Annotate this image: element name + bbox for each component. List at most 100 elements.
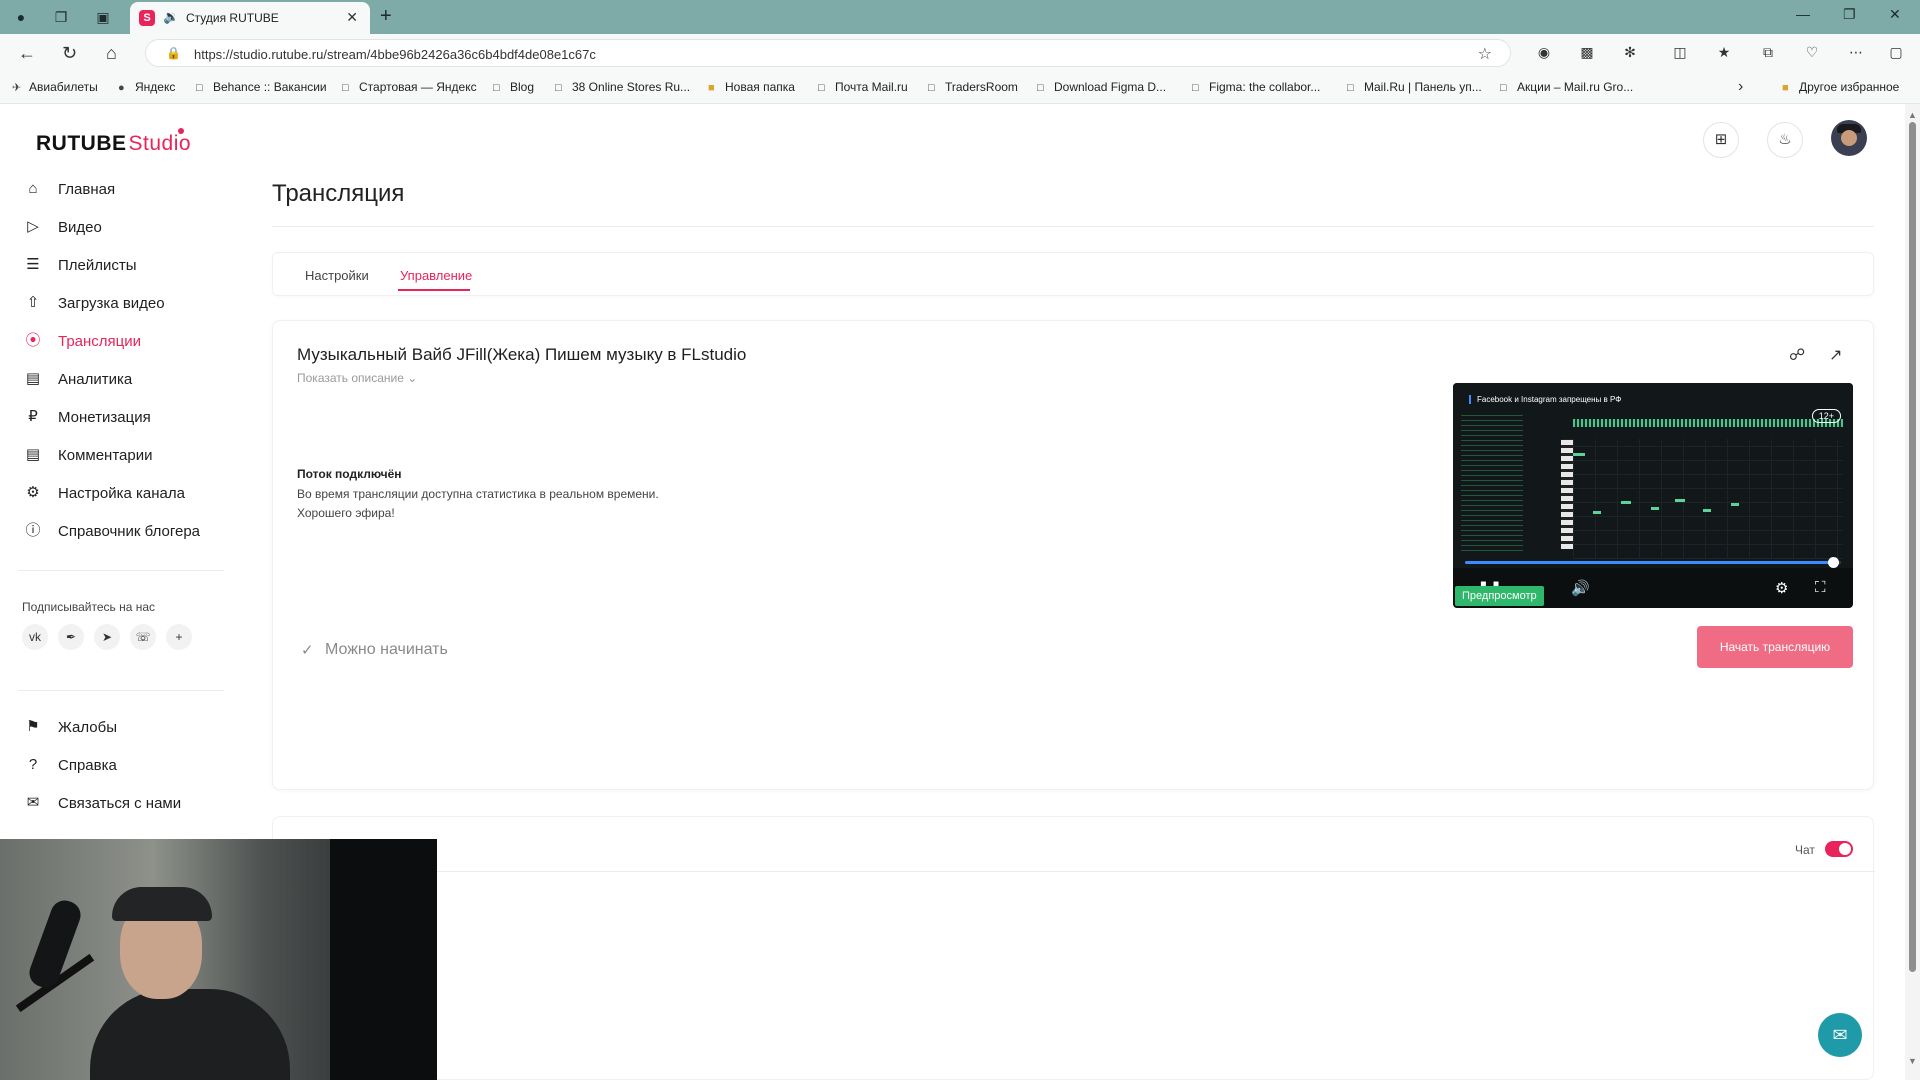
avatar-face bbox=[1841, 130, 1857, 146]
bookmark-item[interactable]: □ Акции – Mail.ru Gro... bbox=[1500, 80, 1633, 94]
bookmark-item[interactable]: □ Figma: the collabor... bbox=[1192, 80, 1320, 94]
bookmark-item[interactable]: ● Яндекс bbox=[118, 80, 175, 94]
preview-badge: Предпросмотр bbox=[1455, 586, 1544, 606]
favorites-icon[interactable]: ★ bbox=[1714, 42, 1734, 62]
open-external-icon[interactable]: ↗ bbox=[1829, 345, 1842, 365]
audio-playing-icon[interactable]: 🔉 bbox=[163, 9, 179, 25]
browser-tab-active[interactable]: S 🔉 Студия RUTUBE ✕ bbox=[130, 2, 370, 34]
url-text[interactable]: https://studio.rutube.ru/stream/4bbe96b2… bbox=[194, 47, 596, 62]
sidebar-toggle-icon[interactable]: ▢ bbox=[1886, 42, 1906, 62]
sidebar-item-channel-settings[interactable]: ⚙ Настройка канала bbox=[22, 482, 222, 506]
chat-divider bbox=[273, 871, 1875, 872]
favorite-star-icon[interactable]: ☆ bbox=[1478, 44, 1492, 64]
scroll-up-icon[interactable]: ▲ bbox=[1908, 110, 1917, 120]
rutube-studio-logo[interactable]: RUTUBEStudio bbox=[36, 128, 191, 156]
bookmark-item[interactable]: □ Стартовая — Яндекс bbox=[342, 80, 477, 94]
notification-bell-icon[interactable]: ♨ bbox=[1767, 122, 1803, 158]
plus-icon[interactable]: + bbox=[166, 624, 192, 650]
bookmark-item[interactable]: □ TradersRoom bbox=[928, 80, 1018, 94]
bookmark-item[interactable]: □ Behance :: Вакансии bbox=[196, 80, 327, 94]
telegram-icon[interactable]: ➤ bbox=[94, 624, 120, 650]
home-browser-icon[interactable]: ⌂ bbox=[106, 43, 117, 64]
sidebar-item-broadcasts[interactable]: ⦿ Трансляции bbox=[22, 330, 222, 354]
bookmarks-overflow-icon[interactable]: › bbox=[1738, 78, 1743, 96]
avatar[interactable] bbox=[1831, 120, 1867, 156]
player-overlay-text: Facebook и Instagram запрещены в РФ bbox=[1469, 395, 1621, 404]
sidebar-item-upload[interactable]: ⇧ Загрузка видео bbox=[22, 292, 222, 316]
scroll-down-icon[interactable]: ▼ bbox=[1908, 1056, 1917, 1066]
minimize-icon[interactable]: — bbox=[1796, 6, 1810, 22]
vk-icon[interactable]: vk bbox=[22, 624, 48, 650]
sidebar-item-contact[interactable]: ✉ Связаться с нами bbox=[22, 792, 222, 816]
bookmark-item[interactable]: □ Mail.Ru | Панель уп... bbox=[1347, 80, 1482, 94]
sidebar-item-comments[interactable]: ▤ Комментарии bbox=[22, 444, 222, 468]
sidebar-item-analytics[interactable]: ▤ Аналитика bbox=[22, 368, 222, 392]
folder-icon: ■ bbox=[708, 82, 715, 94]
money-icon: ₽ bbox=[28, 408, 38, 425]
page-icon: □ bbox=[1037, 82, 1044, 94]
mail-icon: ✉ bbox=[26, 794, 40, 811]
other-bookmarks-folder[interactable]: ■ Другое избранное bbox=[1782, 80, 1899, 94]
sidebar-item-label: Справка bbox=[58, 757, 117, 774]
sidebar-item-label: Справочник блогера bbox=[58, 523, 201, 540]
preview-note bbox=[1651, 507, 1659, 510]
bookmark-item[interactable]: □ Download Figma D... bbox=[1037, 80, 1166, 94]
fullscreen-icon[interactable]: ⛶ bbox=[1815, 579, 1826, 596]
stream-preview-player[interactable]: Facebook и Instagram запрещены в РФ 12+ … bbox=[1453, 383, 1853, 608]
collections-icon[interactable]: ⧉ bbox=[1758, 42, 1778, 62]
sidebar-item-video[interactable]: ▷ Видео bbox=[22, 216, 222, 240]
bookmark-item[interactable]: □ 38 Online Stores Ru... bbox=[555, 80, 690, 94]
sidebar-item-blogger-guide[interactable]: ⓘ Справочник блогера bbox=[22, 520, 222, 544]
extensions-puzzle-icon[interactable]: ✻ bbox=[1620, 42, 1640, 62]
browser-essentials-icon[interactable]: ♡ bbox=[1802, 42, 1822, 62]
volume-icon[interactable]: 🔊 bbox=[1571, 579, 1590, 597]
bookmark-folder[interactable]: ■ Новая папка bbox=[708, 80, 795, 94]
add-content-icon[interactable]: ⊞ bbox=[1703, 122, 1739, 158]
chat-toggle[interactable] bbox=[1825, 841, 1853, 857]
sidebar-item-help[interactable]: ? Справка bbox=[22, 754, 222, 778]
tab-actions-icon[interactable]: ▣ bbox=[92, 6, 114, 28]
restore-icon[interactable]: ❐ bbox=[1843, 6, 1856, 23]
page-scrollbar[interactable]: ▲ ▼ bbox=[1905, 104, 1920, 1080]
share-icon[interactable]: ☍ bbox=[1789, 345, 1805, 365]
player-settings-icon[interactable]: ⚙ bbox=[1775, 579, 1788, 597]
split-screen-icon[interactable]: ◫ bbox=[1670, 42, 1690, 62]
rutube-favicon-icon: S bbox=[139, 10, 155, 26]
sidebar-item-label: Жалобы bbox=[58, 719, 117, 736]
reload-icon[interactable]: ↻ bbox=[62, 43, 77, 64]
bookmark-item[interactable]: ✈ Авиабилеты bbox=[12, 80, 98, 94]
age-rating-badge: 12+ bbox=[1811, 409, 1841, 423]
preview-note bbox=[1731, 503, 1739, 506]
sidebar-item-playlists[interactable]: ☰ Плейлисты bbox=[22, 254, 222, 278]
tab-management[interactable]: Управление bbox=[400, 268, 472, 283]
page-icon: □ bbox=[493, 82, 500, 94]
address-bar[interactable]: 🔒 https://studio.rutube.ru/stream/4bbe96… bbox=[145, 39, 1511, 67]
close-tab-icon[interactable]: ✕ bbox=[346, 9, 358, 26]
close-window-icon[interactable]: ✕ bbox=[1889, 6, 1901, 23]
back-icon[interactable]: ← bbox=[18, 43, 36, 64]
extension-icon[interactable]: ◉ bbox=[1534, 42, 1554, 62]
profile-icon[interactable]: ● bbox=[10, 6, 32, 28]
sidebar-item-monetization[interactable]: ₽ Монетизация bbox=[22, 406, 222, 430]
player-progress-bar[interactable] bbox=[1465, 557, 1841, 568]
workspaces-icon[interactable]: ❐ bbox=[50, 6, 72, 28]
new-tab-button[interactable]: + bbox=[380, 5, 392, 28]
sidebar-item-home[interactable]: ⌂ Главная bbox=[22, 178, 222, 202]
show-description-link[interactable]: Показать описание ⌄ bbox=[297, 371, 417, 385]
more-menu-icon[interactable]: ⋯ bbox=[1846, 42, 1866, 62]
browser-nav-bar: ← ↻ ⌂ 🔒 https://studio.rutube.ru/stream/… bbox=[0, 34, 1920, 72]
extension-icon-2[interactable]: ▩ bbox=[1577, 42, 1597, 62]
ok-icon[interactable]: ✒ bbox=[58, 624, 84, 650]
support-chat-button[interactable]: ✉ bbox=[1818, 1013, 1862, 1057]
stream-card: Музыкальный Вайб JFill(Жека) Пишем музык… bbox=[272, 320, 1874, 790]
lock-icon[interactable]: 🔒 bbox=[166, 46, 181, 60]
bookmark-item[interactable]: □ Почта Mail.ru bbox=[818, 80, 908, 94]
sidebar-item-complaints[interactable]: ⚑ Жалобы bbox=[22, 716, 222, 740]
preview-note bbox=[1621, 501, 1631, 504]
tab-settings[interactable]: Настройки bbox=[305, 268, 369, 283]
viber-icon[interactable]: ☏ bbox=[130, 624, 156, 650]
start-broadcast-button[interactable]: Начать трансляцию bbox=[1697, 626, 1853, 668]
bookmark-item[interactable]: □ Blog bbox=[493, 80, 534, 94]
sidebar-divider bbox=[18, 690, 224, 691]
scroll-thumb[interactable] bbox=[1909, 122, 1916, 972]
